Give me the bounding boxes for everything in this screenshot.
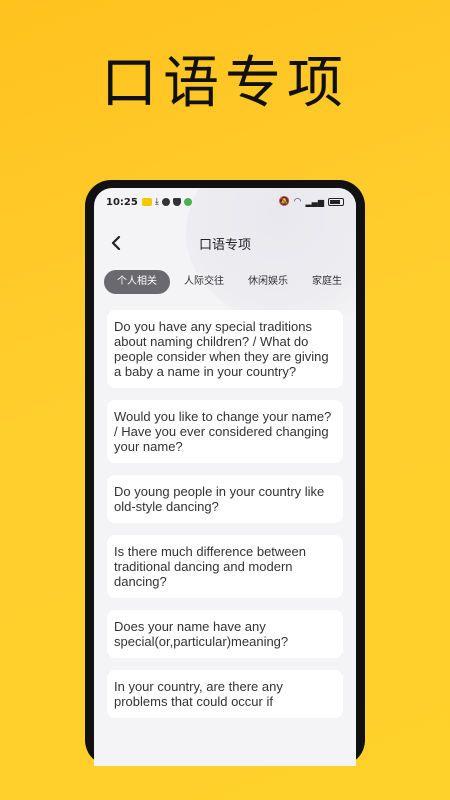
question-card[interactable]: Do you have any special traditions about…	[107, 310, 343, 388]
question-card[interactable]: Do young people in your country like old…	[107, 475, 343, 523]
nav-bar: 口语专项	[94, 228, 356, 258]
page-title: 口语专项	[198, 237, 251, 253]
question-card[interactable]: Would you like to change your name? / Ha…	[107, 400, 343, 463]
question-list: Do you have any special traditions about…	[107, 310, 343, 730]
wifi-icon: ◠	[293, 197, 302, 207]
app-notification-icon-2	[183, 198, 192, 206]
question-card[interactable]: In your country, are there any problems …	[107, 670, 343, 718]
notification-icons: ⤓	[141, 197, 192, 207]
system-icons: 🔕 ◠ ▂▄▆	[278, 197, 344, 207]
app-notification-icon	[141, 198, 152, 206]
tab-social[interactable]: 人际交往	[174, 270, 234, 294]
chevron-left-icon	[111, 236, 121, 250]
signal-icon: ▂▄▆	[305, 197, 324, 207]
question-card[interactable]: Is there much difference between traditi…	[107, 535, 343, 598]
battery-icon	[328, 198, 344, 206]
tab-personal[interactable]: 个人相关	[104, 270, 170, 294]
question-card[interactable]: Does your name have any special(or,parti…	[107, 610, 343, 658]
shield-icon	[172, 198, 181, 206]
phone-frame: 10:25 ⤓ 🔕 ◠ ▂▄▆ 口语专项 个人相关 人际交往 休闲娱乐 家庭生 …	[85, 180, 365, 766]
tab-leisure[interactable]: 休闲娱乐	[238, 270, 298, 294]
app-screen: 10:25 ⤓ 🔕 ◠ ▂▄▆ 口语专项 个人相关 人际交往 休闲娱乐 家庭生 …	[94, 188, 356, 766]
mute-icon: 🔕	[278, 197, 290, 207]
tab-family[interactable]: 家庭生	[302, 270, 352, 294]
promo-title: 口语专项	[101, 51, 349, 116]
back-button[interactable]	[104, 231, 128, 255]
status-bar: 10:25 ⤓ 🔕 ◠ ▂▄▆	[94, 188, 356, 216]
status-time: 10:25	[106, 196, 138, 208]
download-icon: ⤓	[154, 197, 159, 207]
category-tabs: 个人相关 人际交往 休闲娱乐 家庭生	[104, 270, 356, 294]
message-icon	[161, 198, 170, 206]
